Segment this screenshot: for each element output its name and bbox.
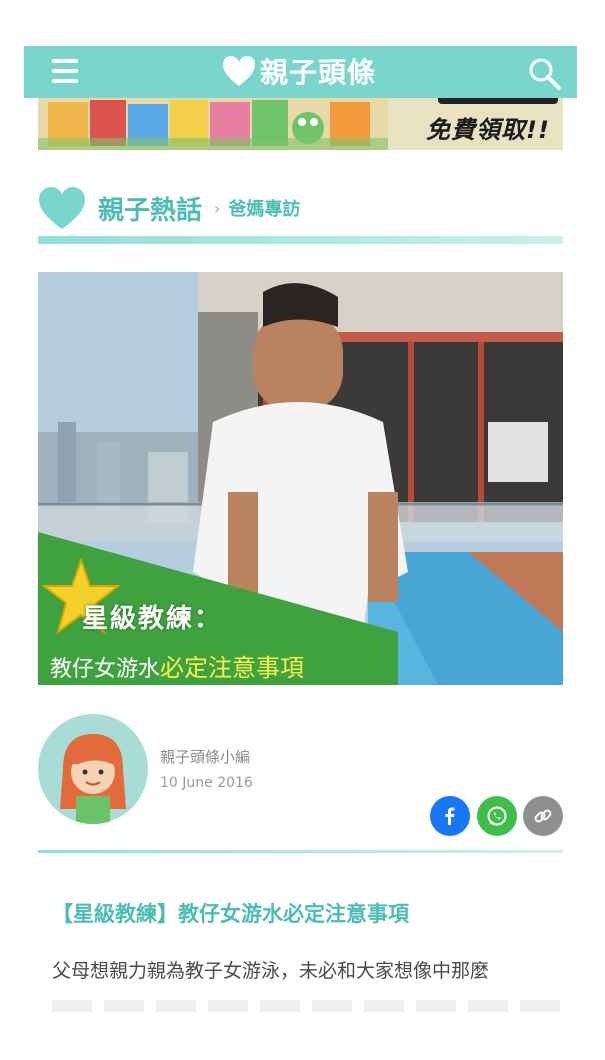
hero-subheadline-highlight: 必定注意事項	[160, 654, 305, 682]
site-logo[interactable]: 親子頭條	[222, 52, 376, 90]
publish-date: 10 June 2016	[160, 775, 253, 791]
section-divider	[38, 236, 563, 244]
banner-cartoon-image	[38, 98, 388, 150]
banner-heading-strip	[438, 98, 558, 104]
facebook-icon	[445, 807, 455, 825]
link-icon	[534, 809, 552, 823]
whatsapp-icon	[487, 806, 507, 826]
breadcrumb-link[interactable]: 爸媽專訪	[228, 195, 300, 221]
section-title[interactable]: 親子熱話	[98, 190, 202, 227]
hero-headline: 星級教練：	[82, 604, 223, 634]
hero-subheadline: 教仔女游水必定注意事項	[50, 648, 304, 683]
logo-text: 親子頭條	[260, 56, 377, 89]
copy-link-button[interactable]	[523, 796, 563, 836]
whatsapp-share-button[interactable]	[477, 796, 517, 836]
menu-icon[interactable]	[52, 59, 78, 83]
heart-logo-icon	[223, 56, 255, 86]
section-heading: 親子熱話 › 爸媽專訪	[38, 184, 300, 232]
author-divider	[38, 850, 563, 853]
banner-text: 免費領取!!	[426, 116, 550, 144]
section-heart-icon	[39, 187, 85, 229]
facebook-share-button[interactable]	[430, 796, 470, 836]
avatar	[38, 714, 148, 824]
hero-subheadline-prefix: 教仔女游水	[50, 657, 161, 682]
article-body: 父母想親力親為教子女游泳，未必和大家想像中那麼	[52, 960, 490, 982]
search-icon[interactable]	[526, 55, 562, 91]
article-title: 【星級教練】教仔女游水必定注意事項	[52, 902, 409, 926]
breadcrumb-separator: ›	[214, 198, 221, 218]
article-body-next-line	[52, 1000, 572, 1012]
author-name[interactable]: 親子頭條小編	[160, 746, 250, 767]
ad-banner[interactable]: 免費領取!!	[38, 98, 563, 150]
